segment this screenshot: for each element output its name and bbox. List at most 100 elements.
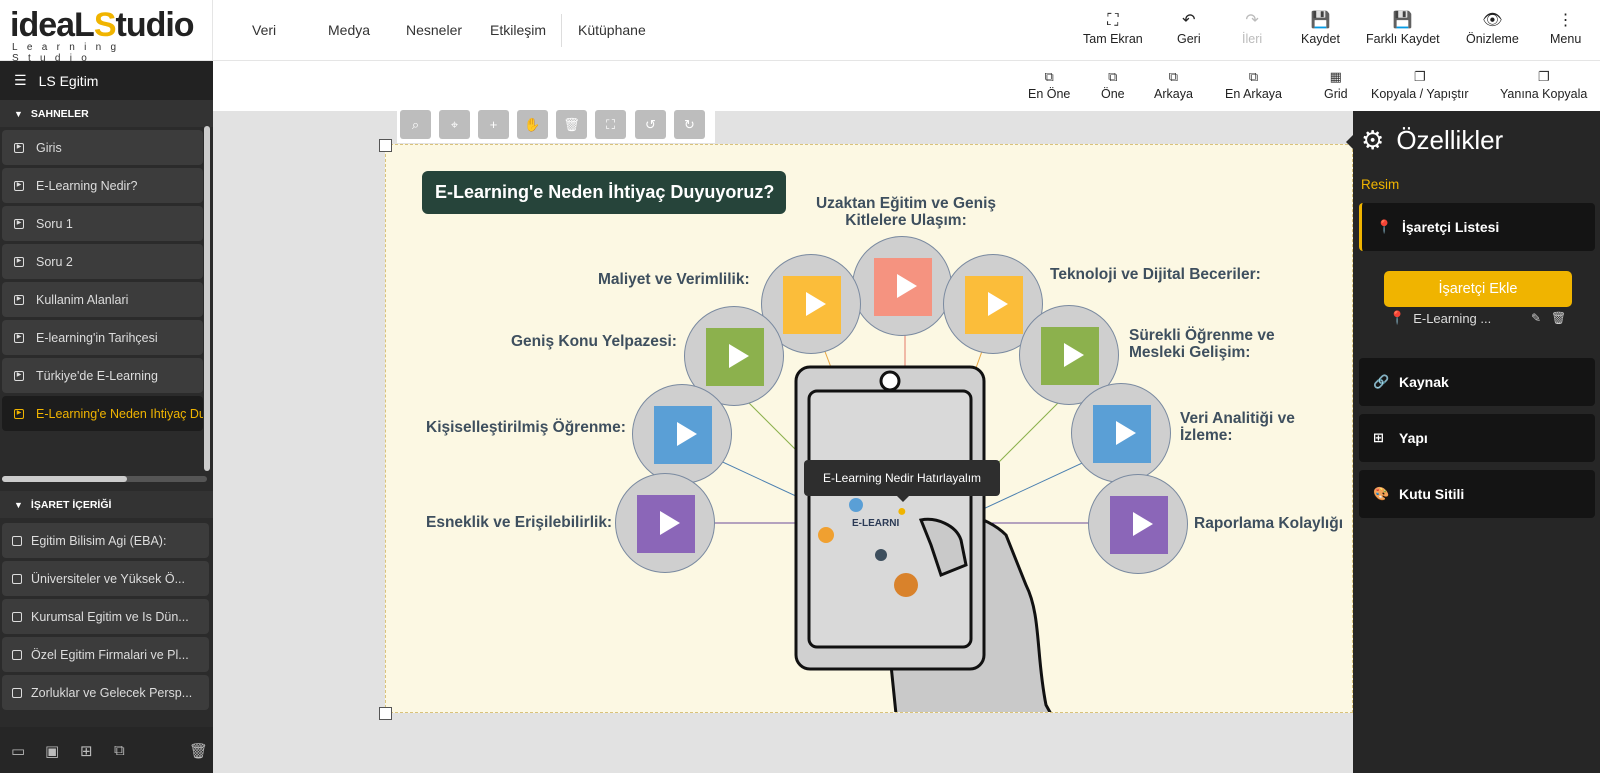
label-maliyet: Maliyet ve Verimlilik: bbox=[598, 271, 750, 288]
save-as-button[interactable]: 💾 Farklı Kaydet bbox=[1366, 10, 1440, 46]
scene-item-active[interactable]: ▶E-Learning'e Neden Ihtiyaç Duyuyoruz? bbox=[2, 396, 203, 431]
menu-nesneler[interactable]: Nesneler bbox=[406, 22, 462, 38]
play-icon bbox=[12, 611, 22, 622]
marker-list-item[interactable]: 📍 E-Learning ... ✎ 🗑 bbox=[1389, 307, 1579, 329]
label-kisisel: Kişiselleştirilmiş Öğrenme: bbox=[426, 419, 626, 436]
scenes-header[interactable]: ▼ SAHNELER bbox=[0, 100, 213, 127]
edit-icon[interactable]: ✎ bbox=[1531, 311, 1541, 325]
undo-button[interactable]: ↶ Geri bbox=[1177, 10, 1201, 46]
undo-icon: ↶ bbox=[1182, 12, 1196, 29]
scene-item[interactable]: ▶ E-Learning Nedir? bbox=[2, 168, 203, 203]
play-icon bbox=[729, 344, 749, 368]
marker-list-section[interactable]: 📍 İşaretçi Listesi bbox=[1359, 203, 1595, 251]
play-icon: ▶ bbox=[14, 294, 24, 305]
scene-list-scrollbar[interactable] bbox=[204, 126, 210, 471]
add-folder-icon[interactable]: ▣ bbox=[45, 742, 59, 760]
resize-handle-bottom-left[interactable] bbox=[379, 707, 392, 720]
play-icon: ▶ bbox=[14, 370, 24, 381]
mark-item[interactable]: Zorluklar ve Gelecek Persp... bbox=[2, 675, 209, 710]
add-marker-button[interactable]: İşaretçi Ekle bbox=[1384, 271, 1572, 307]
play-icon bbox=[1133, 512, 1153, 536]
scene-list-hscrollbar[interactable] bbox=[2, 476, 207, 482]
mark-item[interactable]: Egitim Bilisim Agi (EBA): bbox=[2, 523, 209, 558]
menu-divider bbox=[561, 14, 562, 47]
send-backward-button[interactable]: ⧉ Arkaya bbox=[1154, 67, 1193, 101]
trash-icon[interactable]: 🗑 bbox=[1551, 311, 1566, 325]
copy-paste-button[interactable]: ❐ Kopyala / Yapıştır bbox=[1371, 67, 1469, 101]
scene-item[interactable]: ▶ Soru 2 bbox=[2, 244, 203, 279]
box-style-section[interactable]: 🎨 Kutu Sitili bbox=[1359, 470, 1595, 518]
menu-etkilesim[interactable]: Etkileşim bbox=[490, 22, 546, 38]
mark-list: Egitim Bilisim Agi (EBA): Üniversiteler … bbox=[0, 520, 213, 713]
mark-item[interactable]: Özel Egitim Firmalari ve Pl... bbox=[2, 637, 209, 672]
preview-button[interactable]: 👁 Önizleme bbox=[1466, 10, 1519, 46]
more-vertical-icon: ⋮ bbox=[1557, 12, 1574, 29]
label-surekli: Sürekli Öğrenme ve Mesleki Gelişim: bbox=[1129, 327, 1275, 361]
bring-forward-button[interactable]: ⧉ Öne bbox=[1101, 67, 1125, 101]
mark-item[interactable]: Kurumsal Egitim ve Is Dün... bbox=[2, 599, 209, 634]
zoom-icon[interactable]: ⌕ bbox=[400, 110, 431, 139]
marker-pin-icon[interactable]: ● bbox=[897, 503, 907, 521]
rotate-left-icon[interactable]: ↺ bbox=[635, 110, 666, 139]
play-icon bbox=[897, 274, 917, 298]
play-icon bbox=[12, 573, 22, 584]
structure-section[interactable]: ⊞ Yapı bbox=[1359, 414, 1595, 462]
hotspot-raporlama[interactable] bbox=[1088, 474, 1188, 574]
arrange-toolbar: ⧉ En Öne ⧉ Öne ⧉ Arkaya ⧉ En Arkaya ▦ Grid ❐ K… bbox=[213, 61, 1600, 111]
logo: ideaLStudio Learning Studio bbox=[0, 0, 213, 64]
hotspot-uzaktan[interactable] bbox=[852, 236, 952, 336]
grid-button[interactable]: ▦ Grid bbox=[1324, 67, 1348, 101]
bring-forward-icon: ⧉ bbox=[1108, 69, 1118, 84]
send-to-back-button[interactable]: ⧉ En Arkaya bbox=[1225, 67, 1282, 101]
scene-item[interactable]: ▶ Kullanim Alanlari bbox=[2, 282, 203, 317]
trash-icon[interactable]: 🗑 bbox=[189, 742, 208, 760]
add-item-icon[interactable]: ⊞ bbox=[80, 742, 93, 760]
play-icon: ▶ bbox=[14, 218, 24, 229]
sidebar-footer: ▭ ▣ ⊞ ⧉ 🗑 bbox=[0, 727, 213, 773]
gear-icon: ⚙ bbox=[1361, 125, 1385, 155]
play-icon bbox=[12, 535, 22, 546]
rotate-right-icon[interactable]: ↻ bbox=[674, 110, 705, 139]
redo-button[interactable]: ↷ İleri bbox=[1242, 10, 1262, 46]
resize-handle-top-left[interactable] bbox=[379, 139, 392, 152]
add-multiple-icon[interactable]: ⧉ bbox=[114, 742, 125, 759]
label-esneklik: Esneklik ve Erişilebilirlik: bbox=[426, 514, 613, 531]
eye-icon: 👁 bbox=[1482, 12, 1503, 29]
scene-sidebar: ☰ LS Egitim ▼ SAHNELER ▶ Giris ▶ E-Learning … bbox=[0, 61, 213, 773]
play-icon bbox=[677, 422, 697, 446]
label-raporlama: Raporlama Kolaylığı bbox=[1194, 515, 1344, 532]
marker-tooltip: E-Learning Nedir Hatırlayalım bbox=[804, 460, 1000, 502]
hotspot-kisisel[interactable] bbox=[632, 384, 732, 484]
menu-button[interactable]: ⋮ Menu bbox=[1550, 10, 1581, 46]
label-veri: Veri Analitiği ve İzleme: bbox=[1180, 410, 1295, 444]
hand-icon[interactable]: ✋ bbox=[517, 110, 548, 139]
bring-to-front-button[interactable]: ⧉ En Öne bbox=[1028, 67, 1070, 101]
fit-icon[interactable]: ⛶ bbox=[595, 110, 626, 139]
scene-item[interactable]: ▶ Türkiye'de E-Learning bbox=[2, 358, 203, 393]
source-section[interactable]: 🔗 Kaynak bbox=[1359, 358, 1595, 406]
play-icon bbox=[988, 292, 1008, 316]
scene-item[interactable]: ▶ Soru 1 bbox=[2, 206, 203, 241]
redo-icon: ↷ bbox=[1245, 12, 1259, 29]
hotspot-veri[interactable] bbox=[1071, 383, 1171, 483]
scene-item[interactable]: ▶ E-learning'in Tarihçesi bbox=[2, 320, 203, 355]
menu-medya[interactable]: Medya bbox=[328, 22, 370, 38]
duplicate-side-button[interactable]: ❐ Yanına Kopyala bbox=[1500, 67, 1587, 101]
fullscreen-icon: ⛶ bbox=[1107, 12, 1119, 29]
save-button[interactable]: 💾 Kaydet bbox=[1301, 10, 1340, 46]
stage-canvas[interactable]: E-Learning'e Neden İhtiyaç Duyuyoruz? E-… bbox=[385, 144, 1353, 713]
mark-item[interactable]: Üniversiteler ve Yüksek Ö... bbox=[2, 561, 209, 596]
hotspot-esneklik[interactable] bbox=[615, 473, 715, 573]
fullscreen-button[interactable]: ⛶ Tam Ekran bbox=[1083, 10, 1143, 46]
marker-icon[interactable]: ⌖ bbox=[439, 110, 470, 139]
menu-kutuphane[interactable]: Kütüphane bbox=[578, 22, 646, 38]
bring-front-icon: ⧉ bbox=[1044, 69, 1054, 84]
delete-icon[interactable]: 🗑 bbox=[556, 110, 587, 139]
menu-veri[interactable]: Veri bbox=[252, 22, 276, 38]
add-scene-icon[interactable]: ▭ bbox=[11, 742, 25, 760]
grid-icon: ⊞ bbox=[1373, 430, 1384, 445]
add-icon[interactable]: + bbox=[478, 110, 509, 139]
project-title[interactable]: ☰ LS Egitim bbox=[0, 61, 213, 100]
scene-item[interactable]: ▶ Giris bbox=[2, 130, 203, 165]
marks-header[interactable]: ▼ İŞARET İÇERİĞİ bbox=[0, 491, 213, 518]
